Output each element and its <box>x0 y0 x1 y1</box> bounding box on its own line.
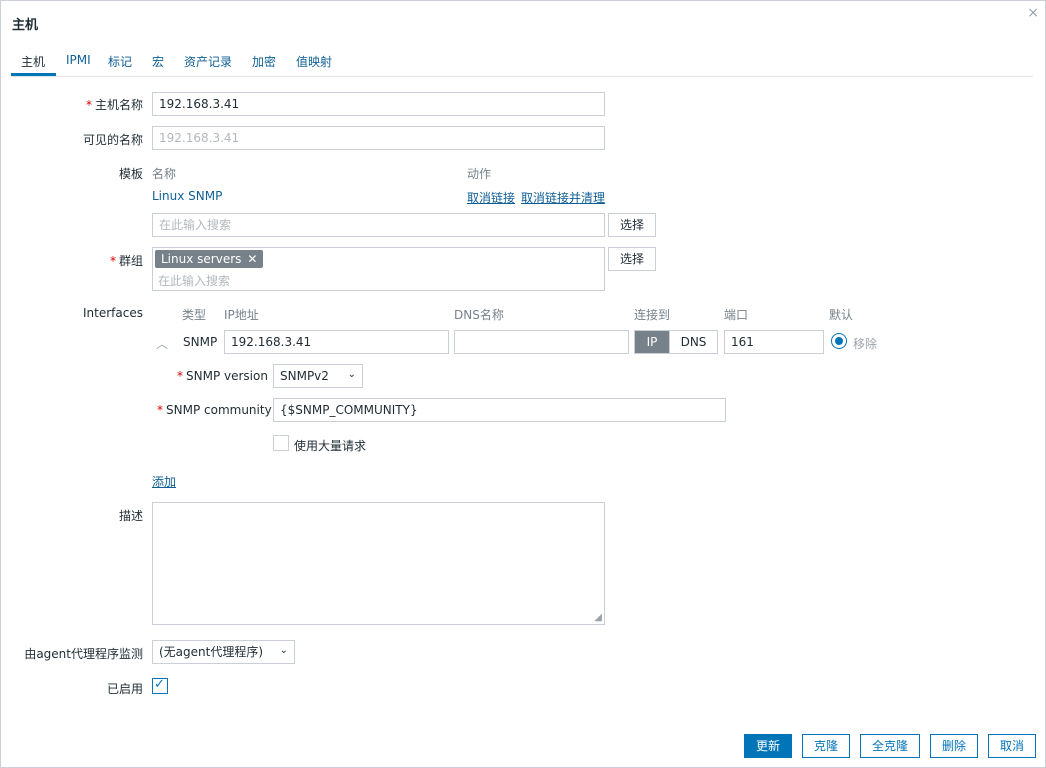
tab-host[interactable]: 主机 <box>21 53 45 70</box>
iface-header-default: 默认 <box>829 308 854 322</box>
snmp-community-label: * SNMP community <box>157 403 272 417</box>
close-icon[interactable]: × <box>1027 5 1039 21</box>
description-textarea[interactable]: ◢ <box>152 502 605 625</box>
tab-tags[interactable]: 标记 <box>108 53 132 70</box>
visible-name-input[interactable]: 192.168.3.41 <box>152 126 605 150</box>
clone-button[interactable]: 克隆 <box>802 734 850 758</box>
iface-header-ip: IP地址 <box>224 308 259 322</box>
connect-dns-button[interactable]: DNS <box>669 331 717 353</box>
templates-label: 模板 <box>118 167 143 181</box>
group-tag-linux-servers: Linux servers ✕ <box>155 250 264 268</box>
unlink-button[interactable]: 取消链接 <box>467 189 515 206</box>
bulk-requests-label: 使用大量请求 <box>294 439 367 453</box>
iface-connect-toggle: IP DNS <box>634 330 718 354</box>
active-tab-indicator <box>11 73 56 76</box>
snmp-community-input[interactable]: {$SNMP_COMMUNITY} <box>273 398 726 422</box>
iface-remove-link[interactable]: 移除 <box>853 335 877 352</box>
proxy-select[interactable]: (无agent代理程序) ⌄ <box>152 640 295 664</box>
templates-col-name: 名称 <box>152 167 177 181</box>
unlink-and-clear-button[interactable]: 取消链接并清理 <box>521 189 605 206</box>
template-link-linux-snmp[interactable]: Linux SNMP <box>152 189 222 203</box>
iface-default-radio[interactable] <box>831 333 847 349</box>
iface-header-connect: 连接到 <box>634 308 671 322</box>
template-search-input[interactable]: 在此输入搜索 <box>152 213 605 237</box>
host-name-label: * 主机名称 <box>85 98 143 112</box>
description-label: 描述 <box>118 509 143 523</box>
tab-value-mapping[interactable]: 值映射 <box>296 53 332 70</box>
iface-header-port: 端口 <box>724 308 749 322</box>
iface-dns-input[interactable] <box>454 330 629 354</box>
full-clone-button[interactable]: 全克隆 <box>860 734 920 758</box>
iface-type-snmp: SNMP <box>183 335 218 349</box>
bulk-requests-checkbox[interactable] <box>273 435 289 451</box>
add-interface-link[interactable]: 添加 <box>152 473 176 490</box>
iface-header-type: 类型 <box>182 308 207 322</box>
visible-name-label: 可见的名称 <box>82 133 143 147</box>
enabled-checkbox[interactable]: ✓ <box>152 677 168 694</box>
delete-button[interactable]: 删除 <box>930 734 978 758</box>
dialog-title: 主机 <box>12 18 39 33</box>
templates-col-action: 动作 <box>467 167 492 181</box>
groups-search-placeholder[interactable]: 在此输入搜索 <box>158 272 230 289</box>
iface-header-dns: DNS名称 <box>454 308 504 322</box>
snmp-version-label: * SNMP version <box>177 369 268 383</box>
iface-port-input[interactable]: 161 <box>724 330 824 354</box>
update-button[interactable]: 更新 <box>744 734 792 758</box>
tab-ipmi[interactable]: IPMI <box>66 53 91 67</box>
groups-select-button[interactable]: 选择 <box>608 247 656 271</box>
collapse-chevron-up-icon[interactable]: ︿ <box>156 335 168 352</box>
remove-tag-icon[interactable]: ✕ <box>247 252 257 266</box>
host-dialog: 主机 × 主机 IPMI 标记 宏 资产记录 加密 值映射 * 主机名称 192.… <box>0 0 1046 768</box>
checkmark-icon: ✓ <box>154 677 165 692</box>
proxy-label: 由agent代理程序监测 <box>24 647 143 661</box>
interfaces-label: Interfaces <box>83 306 143 320</box>
snmp-version-select[interactable]: SNMPv2 ⌄ <box>273 364 363 388</box>
template-select-button[interactable]: 选择 <box>608 213 656 237</box>
host-name-input[interactable]: 192.168.3.41 <box>152 92 605 116</box>
tab-bar: 主机 IPMI 标记 宏 资产记录 加密 值映射 <box>11 51 1033 77</box>
cancel-button[interactable]: 取消 <box>988 734 1036 758</box>
groups-label: * 群组 <box>109 254 143 268</box>
enabled-label: 已启用 <box>106 682 143 696</box>
connect-ip-button[interactable]: IP <box>635 331 669 353</box>
tab-macros[interactable]: 宏 <box>152 53 164 70</box>
tab-encryption[interactable]: 加密 <box>252 53 276 70</box>
tab-inventory[interactable]: 资产记录 <box>184 53 232 70</box>
chevron-down-icon: ⌄ <box>347 369 356 380</box>
chevron-down-icon: ⌄ <box>279 645 288 656</box>
resize-grip-icon[interactable]: ◢ <box>594 613 602 623</box>
iface-ip-input[interactable]: 192.168.3.41 <box>224 330 449 354</box>
